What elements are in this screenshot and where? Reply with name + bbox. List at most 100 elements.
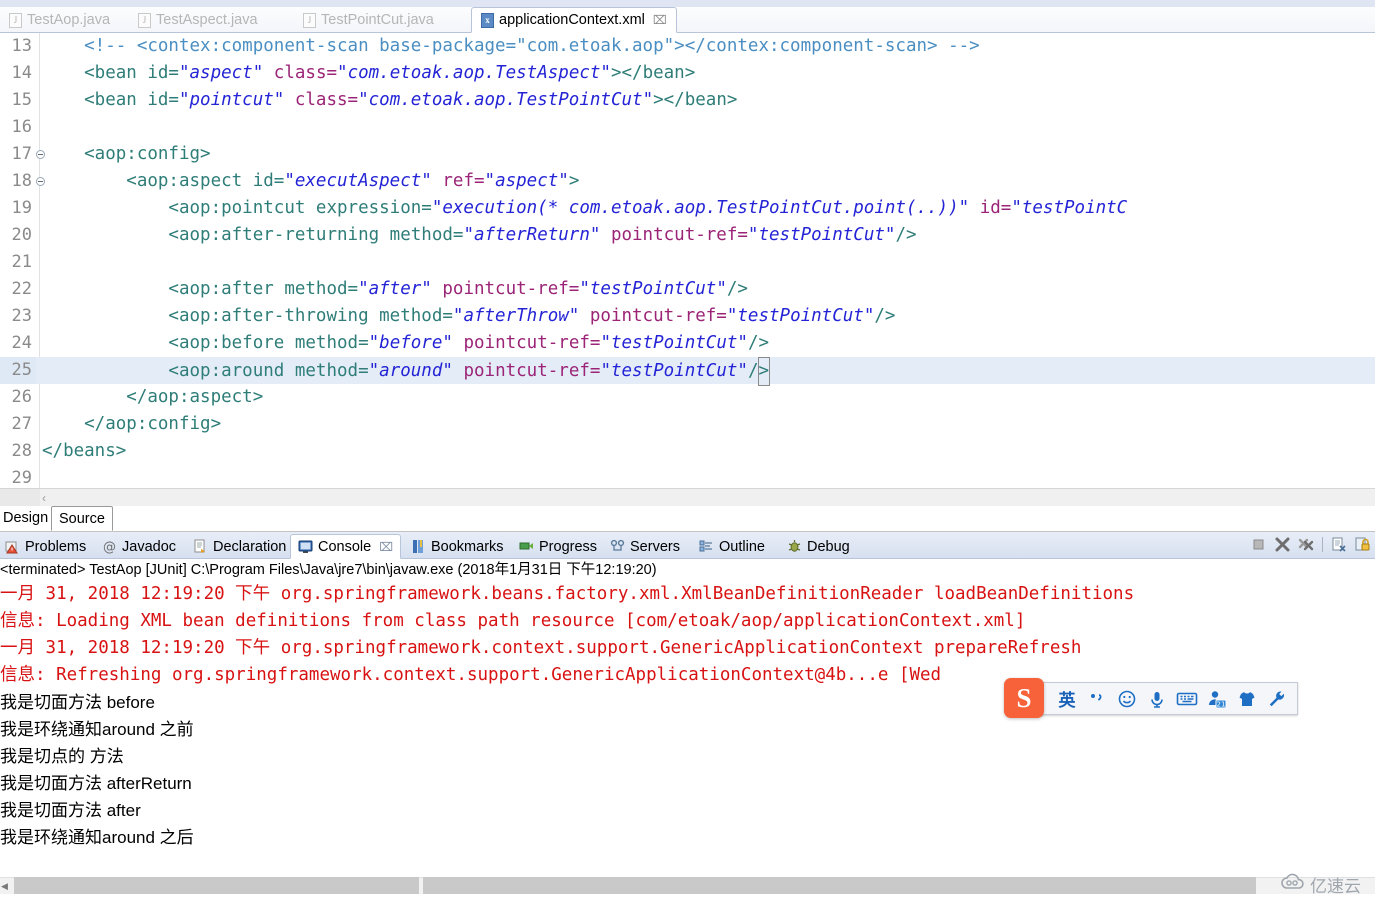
code-line-18[interactable]: 18 <aop:aspect id="executAspect" ref="as… — [0, 168, 1375, 195]
ime-punctuation-toggle[interactable] — [1082, 683, 1112, 714]
servers-icon — [610, 539, 625, 554]
remove-launch-button[interactable] — [1274, 536, 1291, 553]
code-token-tag: <bean id= — [42, 90, 179, 110]
code-token-attribute: id= — [969, 198, 1012, 218]
ime-soft-keyboard-button[interactable] — [1172, 683, 1202, 714]
java-file-icon: J — [9, 12, 22, 28]
code-token-value: "after" — [358, 279, 432, 299]
code-token-value: "testPointCut" — [747, 225, 896, 245]
code-token-punctuation: /> — [895, 225, 917, 245]
code-line-22[interactable]: 22 <aop:after method="after" pointcut-re… — [0, 276, 1375, 303]
console-toolbar — [1250, 536, 1371, 553]
remove-all-terminated-button[interactable] — [1298, 536, 1315, 553]
code-line-15[interactable]: 15 <bean id="pointcut" class="com.etoak.… — [0, 87, 1375, 114]
editor-tab-label: applicationContext.xml — [499, 12, 645, 28]
code-line-23[interactable]: 23 <aop:after-throwing method="afterThro… — [0, 303, 1375, 330]
code-token-punctuation: /> — [747, 333, 770, 353]
code-line-26[interactable]: 26 </aop:aspect> — [0, 384, 1375, 411]
code-line-27[interactable]: 27 </aop:config> — [0, 411, 1375, 438]
view-tab-outline[interactable]: Outline — [692, 534, 772, 559]
line-number: 16 — [11, 117, 32, 137]
eclipse-ide-window: J TestAop.java J TestAspect.java J TestP… — [0, 0, 1375, 900]
xml-source-editor[interactable]: 13 <!-- <contex:component-scan base-pack… — [0, 33, 1375, 488]
code-token-tag: <aop:after-throwing method= — [42, 306, 453, 326]
scroll-lock-button[interactable] — [1354, 536, 1371, 553]
console-launch-header: <terminated> TestAop [JUnit] C:\Program … — [0, 562, 657, 578]
view-tab-label: Outline — [719, 538, 765, 555]
editor-tab-label: TestPointCut.java — [321, 12, 434, 28]
editor-tab-label: TestAop.java — [27, 12, 111, 28]
bottom-view-tab-bar: Problems @ Javadoc Declaration Console ⌧ — [0, 532, 1375, 559]
code-token-tag: ></bean> — [653, 90, 738, 110]
code-token-punctuation: /> — [874, 306, 896, 326]
code-line-17[interactable]: 17 <aop:config> — [0, 141, 1375, 168]
ime-voice-input-button[interactable] — [1142, 683, 1172, 714]
code-line-21[interactable]: 21 — [0, 249, 1375, 276]
horizontal-scrollbar-thumb-secondary[interactable] — [423, 877, 1256, 894]
editor-horizontal-scrollbar[interactable]: ‹ — [0, 488, 1375, 507]
code-line-20[interactable]: 20 <aop:after-returning method="afterRet… — [0, 222, 1375, 249]
code-token-value: "around" — [368, 361, 453, 381]
code-token-attribute: ref= — [431, 171, 485, 191]
tab-design[interactable]: Design — [0, 506, 55, 531]
line-number: 26 — [11, 387, 32, 407]
outline-icon — [699, 539, 714, 554]
tab-source-label: Source — [59, 511, 105, 527]
view-tab-label: Servers — [630, 538, 680, 555]
sogou-ime-toolbar[interactable]: 英 21 — [1013, 682, 1298, 715]
clear-console-button[interactable] — [1330, 536, 1347, 553]
view-tab-console[interactable]: Console ⌧ — [290, 534, 402, 559]
watermark-label: 亿速云 — [1310, 877, 1361, 896]
code-token-punctuation: /> — [726, 279, 748, 299]
window-bottom-bar: ◀ — [0, 867, 1375, 900]
code-token-value: "executAspect" — [284, 171, 432, 191]
view-tab-declaration[interactable]: Declaration — [186, 534, 293, 559]
editor-tab-testpointcut-java[interactable]: J TestPointCut.java — [294, 7, 443, 33]
view-tab-debug[interactable]: Debug — [780, 534, 857, 559]
editor-tab-label: TestAspect.java — [156, 12, 258, 28]
code-token-tag: ></bean> — [610, 63, 696, 83]
java-file-icon: J — [138, 12, 151, 28]
line-number: 13 — [11, 36, 32, 56]
code-line-25-current[interactable]: 25 <aop:around method="around" pointcut-… — [0, 357, 1375, 386]
code-line-14[interactable]: 14 <bean id="aspect" class="com.etoak.ao… — [0, 60, 1375, 87]
view-tab-progress[interactable]: Progress — [512, 534, 604, 559]
view-tab-servers[interactable]: Servers — [603, 534, 687, 559]
code-text: <bean id="pointcut" class="com.etoak.aop… — [42, 87, 737, 114]
ime-skin-button[interactable] — [1232, 683, 1262, 714]
ime-tools-button[interactable] — [1262, 683, 1292, 714]
code-token-value: "aspect" — [178, 63, 264, 83]
horizontal-scrollbar-thumb[interactable] — [14, 877, 419, 894]
view-tab-javadoc[interactable]: @ Javadoc — [95, 534, 183, 559]
editor-tab-applicationcontext-xml[interactable]: x applicationContext.xml ⌧ — [471, 7, 677, 33]
tab-source[interactable]: Source — [51, 506, 113, 531]
view-tab-problems[interactable]: Problems — [0, 534, 93, 559]
code-line-19[interactable]: 19 <aop:pointcut expression="execution(*… — [0, 195, 1375, 222]
editor-code-area[interactable]: 13 <!-- <contex:component-scan base-pack… — [0, 33, 1375, 488]
code-token-tag: <aop:around method= — [42, 361, 369, 381]
close-icon[interactable]: ⌧ — [653, 13, 667, 27]
scroll-left-icon[interactable]: ◀ — [1, 881, 8, 892]
code-line-29[interactable]: 29 — [0, 465, 1375, 488]
editor-tab-testaspect-java[interactable]: J TestAspect.java — [129, 7, 267, 33]
code-line-13[interactable]: 13 <!-- <contex:component-scan base-pack… — [0, 33, 1375, 60]
line-number: 25 — [0, 357, 36, 384]
ime-language-toggle[interactable]: 英 — [1052, 683, 1082, 714]
tab-bar-top-strip — [0, 0, 1375, 7]
code-line-24[interactable]: 24 <aop:before method="before" pointcut-… — [0, 330, 1375, 357]
code-line-16[interactable]: 16 — [0, 114, 1375, 141]
line-number: 14 — [11, 63, 32, 83]
scrollbar-gutter-pad — [0, 489, 40, 507]
view-tab-bookmarks[interactable]: Bookmarks — [404, 534, 511, 559]
editor-tab-testaop-java[interactable]: J TestAop.java — [0, 7, 119, 33]
ime-user-center-button[interactable]: 21 — [1202, 683, 1232, 714]
close-icon[interactable]: ⌧ — [379, 540, 393, 554]
terminate-button[interactable] — [1250, 536, 1267, 553]
ime-emoji-button[interactable] — [1112, 683, 1142, 714]
code-text: </aop:aspect> — [42, 387, 264, 407]
code-token-tag: <aop:after method= — [42, 279, 359, 299]
scroll-left-icon[interactable]: ‹ — [42, 492, 46, 504]
code-line-28[interactable]: 28 </beans> — [0, 438, 1375, 465]
code-token-value: "testPointCut" — [600, 361, 748, 381]
sogou-ime-logo-icon[interactable]: S — [1004, 678, 1044, 718]
